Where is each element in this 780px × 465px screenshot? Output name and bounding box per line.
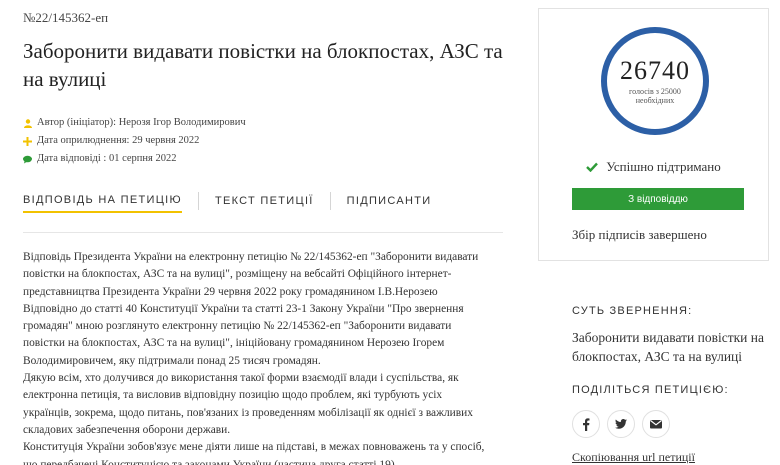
page-title: Заборонити видавати повістки на блокпост… — [23, 39, 503, 91]
share-heading: ПОДІЛІТЬСЯ ПЕТИЦІЄЮ: — [572, 384, 729, 396]
answer-line: повістки на блокпостах, АЗС та на вулиці… — [23, 337, 445, 350]
meta-published-text: Дата оприлюднення: 29 червня 2022 — [37, 135, 200, 146]
vote-count-subtitle-line: необхідних — [635, 96, 675, 105]
tab-answer[interactable]: ВІДПОВІДЬ НА ПЕТИЦІЮ — [23, 194, 182, 213]
essence-heading: СУТЬ ЗВЕРНЕННЯ: — [572, 305, 693, 317]
answer-line: Конституція України зобов'язує мене діят… — [23, 441, 485, 454]
tab-divider — [329, 191, 331, 210]
answer-line: громадян" мною розглянуто електронну пет… — [23, 320, 452, 333]
vote-count-subtitle: голосів з 25000 необхідних — [629, 87, 681, 105]
twitter-icon[interactable] — [607, 410, 635, 438]
tab-petition-text[interactable]: ТЕКСТ ПЕТИЦІЇ — [215, 195, 314, 212]
petition-status: Успішно підтримано — [539, 159, 768, 175]
person-icon — [23, 118, 32, 128]
comment-icon — [23, 155, 32, 164]
meta-answered-text: Дата відповіді : 01 серпня 2022 — [37, 153, 177, 164]
meta-author-text: Автор (ініціатор): Нерозя Ігор Володимир… — [37, 117, 246, 128]
collection-status: Збір підписів завершено — [572, 227, 707, 242]
answer-text: Відповідь Президента України на електрон… — [23, 249, 503, 465]
tab-divider — [197, 191, 199, 210]
vote-counter-circle: 26740 голосів з 25000 необхідних — [601, 27, 709, 135]
share-buttons — [572, 410, 670, 438]
copy-url-link[interactable]: Скопіювання url петиції — [572, 450, 695, 465]
answer-line: Володимировичем, яку підтримали понад 25… — [23, 354, 321, 367]
answer-line: повістки на блокпостах, АЗС та на вулиці… — [23, 268, 452, 281]
answer-line: Відповідно до статті 40 Конституції Укра… — [23, 302, 464, 315]
tab-signers[interactable]: ПІДПИСАНТИ — [347, 195, 432, 212]
petition-tabs: ВІДПОВІДЬ НА ПЕТИЦІЮ ТЕКСТ ПЕТИЦІЇ ПІДПИ… — [23, 191, 432, 213]
answer-line: представництва Президента України 29 чер… — [23, 285, 438, 298]
answer-line: Відповідь Президента України на електрон… — [23, 251, 479, 263]
vote-count-subtitle-line: голосів з 25000 — [629, 87, 681, 96]
tabs-divider-line — [23, 232, 503, 233]
check-icon — [586, 162, 599, 172]
petition-meta: Автор (ініціатор): Нерозя Ігор Володимир… — [23, 114, 246, 168]
answer-line: складових забезпечення оборони держави. — [23, 423, 231, 436]
plus-icon — [23, 136, 32, 146]
essence-text: Заборонити видавати повістки на блокпост… — [572, 330, 764, 364]
answer-line: Дякую всім, хто долучився до використанн… — [23, 372, 459, 385]
answer-line: українців, зокрема, щодо питань, пов'яза… — [23, 406, 473, 419]
petition-number: №22/145362-еп — [23, 10, 109, 25]
facebook-icon[interactable] — [572, 410, 600, 438]
meta-published: Дата оприлюднення: 29 червня 2022 — [23, 132, 246, 150]
petition-status-text: Успішно підтримано — [606, 159, 721, 174]
vote-panel: 26740 голосів з 25000 необхідних Успішно… — [538, 8, 769, 261]
answer-line: електронна петиція, та висловив відповід… — [23, 389, 443, 402]
with-answer-button[interactable]: З відповіддю — [572, 188, 744, 210]
answer-line: що передбачені Конституцією та законами … — [23, 458, 398, 465]
email-icon[interactable] — [642, 410, 670, 438]
vote-count: 26740 — [620, 56, 690, 85]
meta-answered: Дата відповіді : 01 серпня 2022 — [23, 150, 246, 168]
meta-author: Автор (ініціатор): Нерозя Ігор Володимир… — [23, 114, 246, 132]
